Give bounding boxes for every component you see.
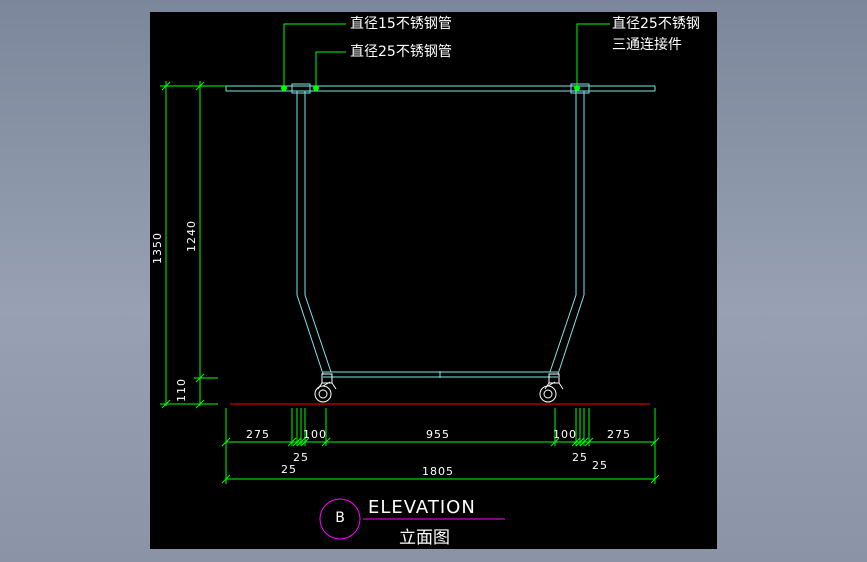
dim-1350-label: 1350 [151,232,164,264]
right-frame-pipe [549,83,590,375]
dim-25-left-lower-label: 25 [281,463,297,476]
dim-110-label: 110 [175,378,188,402]
dim-955-label: 955 [426,428,450,441]
drawing-canvas[interactable]: 直径15不锈钢管 直径25不锈钢管 直径25不锈钢 三通连接件 1350 124… [150,12,717,549]
dim-25-right-upper-label: 25 [572,451,588,464]
drawing-subtitle: 立面图 [399,528,450,548]
right-caster [539,373,564,403]
left-frame-pipe [291,83,332,375]
pipe15-label: 直径15不锈钢管 [350,16,452,32]
dim-100-left-label: 100 [303,428,327,441]
drawing-title: ELEVATION [368,497,476,518]
dim-275-right-label: 275 [607,428,631,441]
bottom-rail [323,371,558,378]
tee-label-line2: 三通连接件 [612,37,682,53]
dim-100-right-label: 100 [553,428,577,441]
dim-1240-label: 1240 [185,220,198,252]
left-caster [314,373,337,403]
pipe25-label: 直径25不锈钢管 [350,44,452,60]
dim-1805-label: 1805 [422,465,454,478]
title-badge: B [335,510,345,526]
top-rail [225,85,656,92]
dim-275-left-label: 275 [246,428,270,441]
tee-label-line1: 直径25不锈钢 [612,16,700,32]
dim-25-right-lower-label: 25 [592,459,608,472]
